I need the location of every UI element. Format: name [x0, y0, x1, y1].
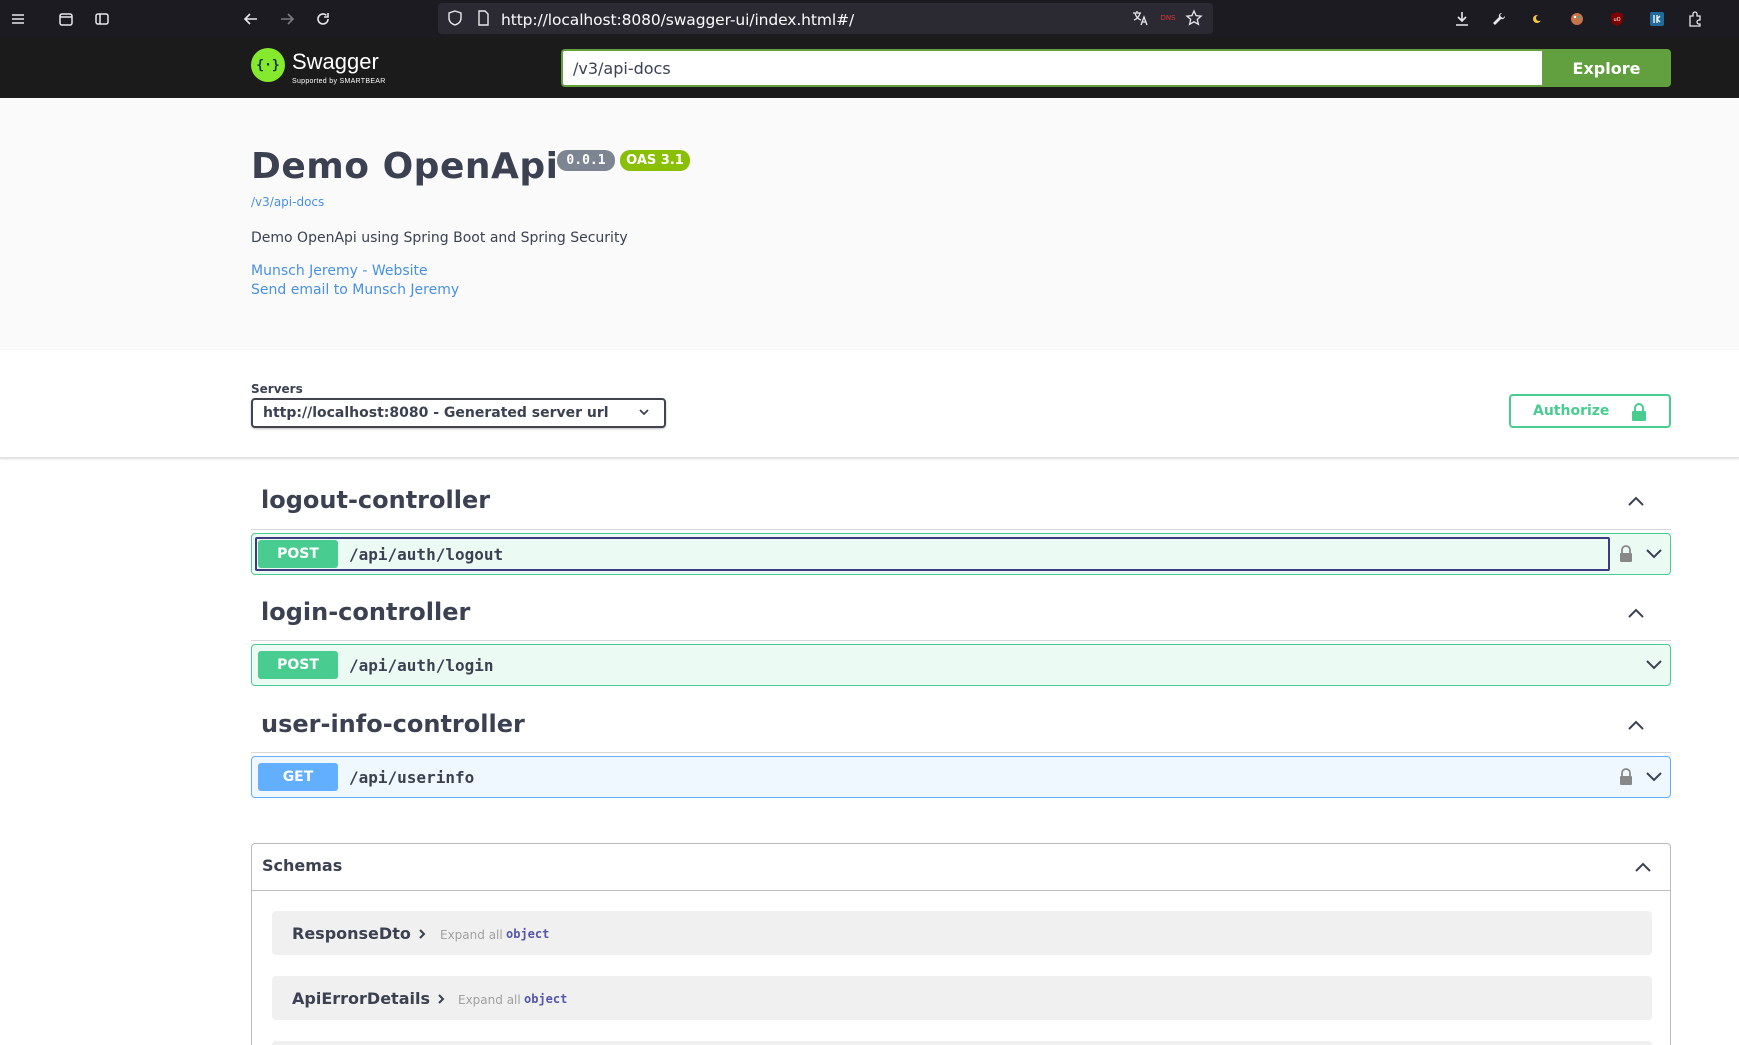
authorize-button[interactable]: Authorize [1509, 394, 1671, 428]
page-title: Demo OpenApi [251, 146, 559, 187]
chevron-right-icon[interactable] [436, 993, 446, 1005]
model-name[interactable]: ApiErrorDetails [292, 989, 430, 1008]
ublock-icon[interactable]: uO [1606, 8, 1628, 30]
api-description: Demo OpenApi using Spring Boot and Sprin… [251, 230, 628, 246]
reload-icon[interactable] [312, 8, 334, 30]
url-text[interactable]: http://localhost:8080/swagger-ui/index.h… [501, 11, 854, 29]
method-badge: POST [258, 651, 338, 679]
spec-link[interactable]: /v3/api-docs [251, 195, 324, 209]
page-icon[interactable] [472, 7, 494, 29]
opblock-post-login[interactable]: POST /api/auth/login [251, 644, 1671, 686]
model-type: object [524, 992, 568, 1006]
schemas-divider [252, 890, 1670, 891]
servers-selected-value: http://localhost:8080 - Generated server… [263, 405, 609, 421]
contact-website-link[interactable]: Munsch Jeremy - Website [251, 263, 428, 279]
extensions-puzzle-icon[interactable] [1684, 8, 1706, 30]
chevron-down-icon[interactable] [1645, 771, 1663, 783]
chevron-right-icon[interactable] [417, 928, 427, 940]
schemas-title[interactable]: Schemas [262, 856, 342, 875]
tag-divider [251, 640, 1671, 641]
chevron-up-icon[interactable] [1627, 607, 1645, 619]
tag-logout-controller[interactable]: logout-controller [261, 486, 490, 514]
servers-label: Servers [251, 382, 303, 396]
info-section [0, 98, 1739, 350]
tag-user-info-controller[interactable]: user-info-controller [261, 710, 525, 738]
firefox-view-icon[interactable] [55, 8, 77, 30]
method-badge: GET [258, 763, 338, 791]
model-responsedto[interactable]: ResponseDto Expand all object [272, 911, 1652, 955]
tag-login-controller[interactable]: login-controller [261, 598, 470, 626]
downloads-icon[interactable] [1451, 8, 1473, 30]
bookmark-star-icon[interactable] [1183, 7, 1205, 29]
servers-select[interactable]: http://localhost:8080 - Generated server… [251, 398, 666, 428]
chevron-up-icon[interactable] [1627, 495, 1645, 507]
endpoint-path: /api/userinfo [349, 768, 475, 787]
explore-button[interactable]: Explore [1542, 49, 1671, 87]
lock-icon[interactable] [1619, 545, 1633, 563]
tag-divider [251, 752, 1671, 753]
extension-palette-icon[interactable] [1566, 8, 1588, 30]
expand-all-link[interactable]: Expand all [440, 928, 503, 942]
logo-subtitle: Supported by SMARTBEAR [292, 78, 386, 85]
url-bar[interactable]: http://localhost:8080/swagger-ui/index.h… [438, 3, 1213, 34]
model-name[interactable]: ResponseDto [292, 924, 411, 943]
endpoint-path: /api/auth/logout [349, 545, 504, 564]
opblock-get-userinfo[interactable]: GET /api/userinfo [251, 756, 1671, 798]
model-type: object [506, 927, 550, 941]
forward-icon[interactable] [276, 8, 298, 30]
schemas-section: Schemas ResponseDto Expand all object Ap… [251, 843, 1671, 1045]
shield-icon[interactable] [444, 7, 466, 29]
authorize-label: Authorize [1533, 403, 1610, 419]
spec-url-value: /v3/api-docs [573, 58, 671, 78]
chevron-down-icon[interactable] [1645, 659, 1663, 671]
opblock-post-logout[interactable]: POST /api/auth/logout [251, 533, 1671, 575]
wrench-icon[interactable] [1488, 8, 1510, 30]
back-icon[interactable] [240, 8, 262, 30]
translate-icon[interactable] [1129, 7, 1151, 29]
lock-icon[interactable] [1619, 768, 1633, 786]
spec-url-input[interactable]: /v3/api-docs [561, 49, 1542, 87]
lock-icon [1632, 403, 1646, 421]
version-badge: 0.0.1 [557, 150, 615, 171]
oas-badge: OAS 3.1 [620, 150, 690, 171]
endpoint-path: /api/auth/login [349, 656, 494, 675]
browser-toolbar: http://localhost:8080/swagger-ui/index.h… [0, 0, 1739, 37]
swagger-logo-icon[interactable]: {·} [251, 48, 285, 82]
contact-email-link[interactable]: Send email to Munsch Jeremy [251, 282, 459, 298]
expand-all-link[interactable]: Expand all [458, 993, 521, 1007]
method-badge: POST [258, 540, 338, 568]
extension-blue-icon[interactable] [1646, 8, 1668, 30]
extension-sun-icon[interactable] [1526, 8, 1548, 30]
menu-icon[interactable] [7, 8, 29, 30]
svg-text:uO: uO [1613, 17, 1620, 23]
model-partial[interactable] [272, 1041, 1652, 1045]
dns-icon[interactable]: DNS [1157, 7, 1179, 29]
logo-text: Swagger [292, 49, 379, 74]
sidebar-icon[interactable] [91, 8, 113, 30]
tag-divider [251, 529, 1671, 530]
chevron-down-icon [639, 409, 649, 416]
chevron-up-icon[interactable] [1634, 861, 1652, 873]
chevron-down-icon[interactable] [1645, 548, 1663, 560]
chevron-up-icon[interactable] [1627, 719, 1645, 731]
model-apierrordetails[interactable]: ApiErrorDetails Expand all object [272, 976, 1652, 1020]
